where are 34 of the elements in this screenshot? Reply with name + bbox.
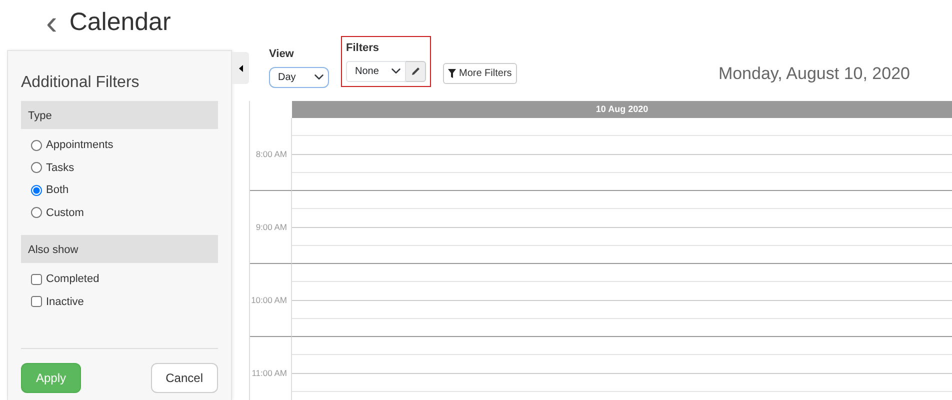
filters-select[interactable]: None — [346, 60, 406, 82]
radio-button[interactable] — [31, 184, 42, 196]
edit-filter-button[interactable] — [406, 60, 426, 82]
option-label: Inactive — [46, 294, 84, 310]
more-filters-button[interactable]: More Filters — [443, 63, 517, 84]
page-title: Calendar — [69, 7, 171, 38]
caret-left-icon — [238, 64, 242, 72]
option-label: Custom — [46, 206, 84, 220]
section-header: Type — [21, 101, 218, 129]
pencil-icon — [410, 66, 420, 76]
radio-button[interactable] — [31, 207, 42, 218]
time-label: 10:00 AM — [250, 264, 292, 337]
filters-label: Filters — [346, 41, 380, 56]
panel-title: Additional Filters — [21, 73, 140, 93]
back-icon[interactable]: ‹ — [46, 6, 58, 40]
section-header: Also show — [21, 235, 218, 263]
cancel-button[interactable]: Cancel — [150, 363, 218, 393]
view-select[interactable]: Day — [269, 66, 329, 88]
checkbox[interactable] — [31, 274, 42, 285]
day-header: 10 Aug 2020 — [292, 101, 952, 118]
funnel-icon — [448, 69, 456, 78]
option-label: Appointments — [46, 138, 114, 153]
time-label: 8:00 AM — [250, 118, 292, 191]
radio-button[interactable] — [31, 162, 42, 174]
checkbox[interactable] — [31, 296, 42, 308]
date-title: Monday, August 10, 2020 — [718, 63, 910, 85]
option-label: Both — [46, 183, 69, 198]
view-label: View — [269, 47, 295, 62]
time-label: 9:00 AM — [250, 191, 292, 264]
option-label: Tasks — [46, 160, 74, 176]
radio-button[interactable] — [31, 140, 42, 151]
collapse-panel-button[interactable] — [232, 52, 249, 84]
option-label: Completed — [46, 272, 100, 287]
time-label: 11:00 AM — [250, 337, 292, 400]
